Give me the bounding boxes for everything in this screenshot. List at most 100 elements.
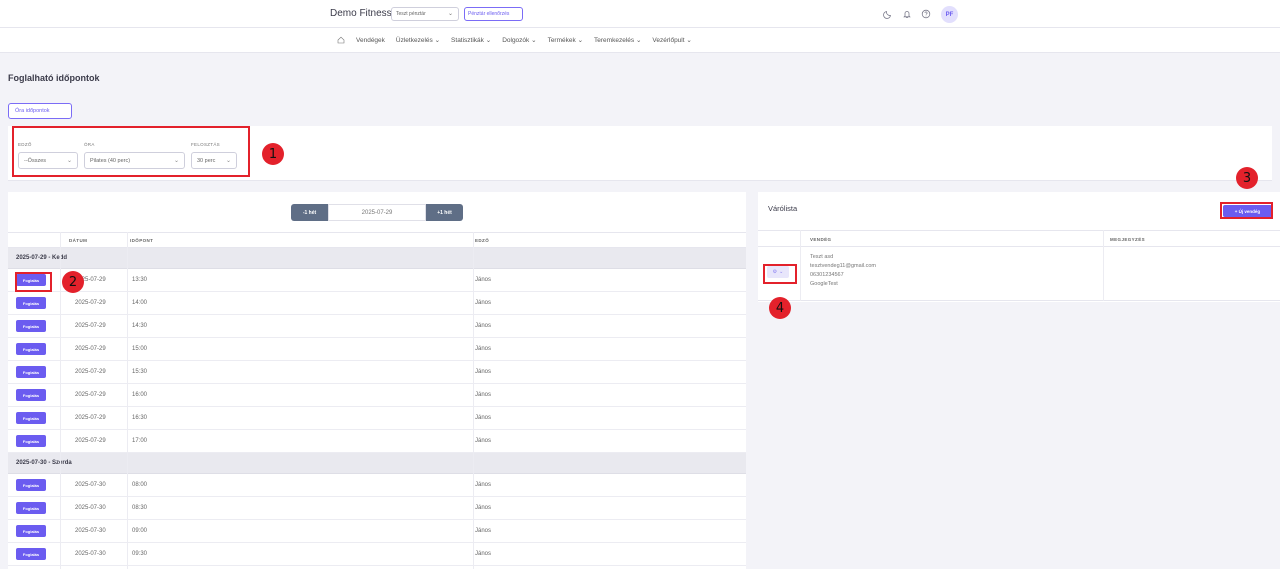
row-date: 2025-07-29 [75, 369, 106, 375]
cash-register-select[interactable]: Teszt pénztár ⌄ [391, 7, 459, 21]
chevron-down-icon: ⌄ [686, 37, 692, 44]
dark-mode-moon-icon[interactable] [881, 7, 895, 21]
row-time: 14:30 [132, 323, 148, 329]
column-header-time: IDŐPONT [130, 238, 154, 243]
table-row: Foglalás 2025-07-30 09:00 János [8, 520, 746, 543]
row-trainer: János [475, 438, 492, 444]
column-divider [127, 232, 128, 569]
nav-item-vezerlopult[interactable]: Vezérlőpult ⌄ [652, 36, 691, 44]
book-button[interactable]: Foglalás [16, 548, 46, 560]
row-date: 2025-07-29 [75, 346, 106, 352]
row-date: 2025-07-29 [75, 323, 106, 329]
prev-week-button[interactable]: -1 hét [291, 204, 328, 221]
row-date: 2025-07-30 [75, 505, 106, 511]
annotation-marker-3: 3 [1236, 167, 1258, 189]
week-date-field[interactable]: 2025-07-29 [328, 204, 426, 221]
table-row: Foglalás 2025-07-29 16:00 János [8, 384, 746, 407]
nav-item-label: Vezérlőpult [652, 37, 685, 44]
row-date: 2025-07-29 [75, 438, 106, 444]
book-button[interactable]: Foglalás [16, 343, 46, 355]
column-divider [473, 232, 474, 569]
schedule-table: DÁTUM IDŐPONT EDZŐ 2025-07-29 - Kedd Fog… [8, 232, 746, 566]
book-button[interactable]: Foglalás [16, 435, 46, 447]
book-button[interactable]: Foglalás [16, 320, 46, 332]
next-week-button[interactable]: +1 hét [426, 204, 463, 221]
nav-item-label: Dolgozók [502, 37, 530, 44]
annotation-marker-1: 1 [262, 143, 284, 165]
waitlist-table-header: VENDÉG MEGJEGYZÉS [758, 230, 1280, 247]
home-icon[interactable] [337, 36, 345, 44]
nav-item-label: Vendégek [356, 36, 385, 44]
table-row: Foglalás 2025-07-30 08:30 János [8, 497, 746, 520]
nav-item-dolgozok[interactable]: Dolgozók ⌄ [502, 36, 536, 44]
class-times-button[interactable]: Óra időpontok [8, 103, 72, 119]
row-time: 15:30 [132, 369, 148, 375]
row-time: 16:00 [132, 392, 148, 398]
table-row: Foglalás 2025-07-29 15:00 János [8, 338, 746, 361]
book-button[interactable]: Foglalás [16, 366, 46, 378]
table-row: Foglalás 2025-07-29 16:30 János [8, 407, 746, 430]
book-button[interactable]: Foglalás [16, 525, 46, 537]
chevron-down-icon: ⌄ [434, 37, 441, 44]
row-time: 08:30 [132, 505, 148, 511]
row-trainer: János [475, 415, 492, 421]
column-header-guest: VENDÉG [810, 237, 832, 242]
waitlist-card: Várólista + Új vendég VENDÉG MEGJEGYZÉS … [758, 192, 1280, 302]
nav-item-label: Teremkezelés [594, 37, 635, 44]
book-button[interactable]: Foglalás [16, 479, 46, 491]
row-trainer: János [475, 369, 492, 375]
nav-item-termekek[interactable]: Termékek ⌄ [548, 36, 583, 44]
book-button[interactable]: Foglalás [16, 389, 46, 401]
nav-item-statisztikak[interactable]: Statisztikák ⌄ [451, 36, 491, 44]
annotation-box-book [15, 272, 52, 292]
day-group-header: 2025-07-30 - Szerda [8, 453, 746, 474]
chevron-down-icon: ⌄ [577, 37, 584, 44]
chevron-down-icon: ⌄ [635, 37, 642, 44]
table-row: Foglalás 2025-07-29 17:00 János [8, 430, 746, 453]
row-trainer: János [475, 392, 492, 398]
book-button[interactable]: Foglalás [16, 502, 46, 514]
cash-register-select-value: Teszt pénztár [396, 11, 426, 17]
row-trainer: János [475, 300, 492, 306]
row-time: 08:00 [132, 482, 148, 488]
column-divider [60, 232, 61, 569]
avatar[interactable]: PF [941, 6, 958, 23]
row-date: 2025-07-30 [75, 528, 106, 534]
table-row: Foglalás 2025-07-30 08:00 János [8, 474, 746, 497]
annotation-marker-2: 2 [62, 271, 84, 293]
column-divider [800, 230, 801, 301]
row-time: 09:30 [132, 551, 148, 557]
bell-icon[interactable] [900, 7, 914, 21]
nav-item-teremkezeles[interactable]: Teremkezelés ⌄ [594, 36, 641, 44]
row-date: 2025-07-30 [75, 482, 106, 488]
nav-item-uzletkezeles[interactable]: Üzletkezelés ⌄ [396, 36, 440, 44]
help-icon[interactable] [919, 7, 933, 21]
row-trainer: János [475, 482, 492, 488]
cash-check-button[interactable]: Pénztár ellenőrzés [464, 7, 523, 21]
book-button[interactable]: Foglalás [16, 297, 46, 309]
row-trainer: János [475, 505, 492, 511]
row-trainer: János [475, 277, 492, 283]
row-trainer: János [475, 323, 492, 329]
row-trainer: János [475, 346, 492, 352]
annotation-box-filters [12, 126, 250, 177]
nav-item-vendegek[interactable]: Vendégek [356, 37, 385, 44]
table-row: Foglalás 2025-07-30 09:30 János [8, 543, 746, 566]
annotation-marker-4: 4 [769, 297, 791, 319]
book-button[interactable]: Foglalás [16, 412, 46, 424]
nav-item-label: Termékek [547, 37, 576, 44]
nav-item-label: Statisztikák [451, 37, 484, 44]
row-date: 2025-07-29 [75, 300, 106, 306]
row-trainer: János [475, 551, 492, 557]
day-group-header: 2025-07-29 - Kedd [8, 248, 746, 269]
waitlist-title: Várólista [768, 204, 798, 213]
table-row: Foglalás 2025-07-29 15:30 János [8, 361, 746, 384]
week-navigator: -1 hét 2025-07-29 +1 hét [291, 204, 463, 221]
column-header-trainer: EDZŐ [475, 238, 490, 243]
table-row: Foglalás 2025-07-29 14:30 János [8, 315, 746, 338]
row-time: 14:00 [132, 300, 148, 306]
chevron-down-icon: ⌄ [447, 11, 453, 17]
chevron-down-icon: ⌄ [531, 37, 537, 44]
guest-source: GoogleTest [810, 281, 838, 287]
table-header: DÁTUM IDŐPONT EDZŐ [8, 232, 746, 248]
